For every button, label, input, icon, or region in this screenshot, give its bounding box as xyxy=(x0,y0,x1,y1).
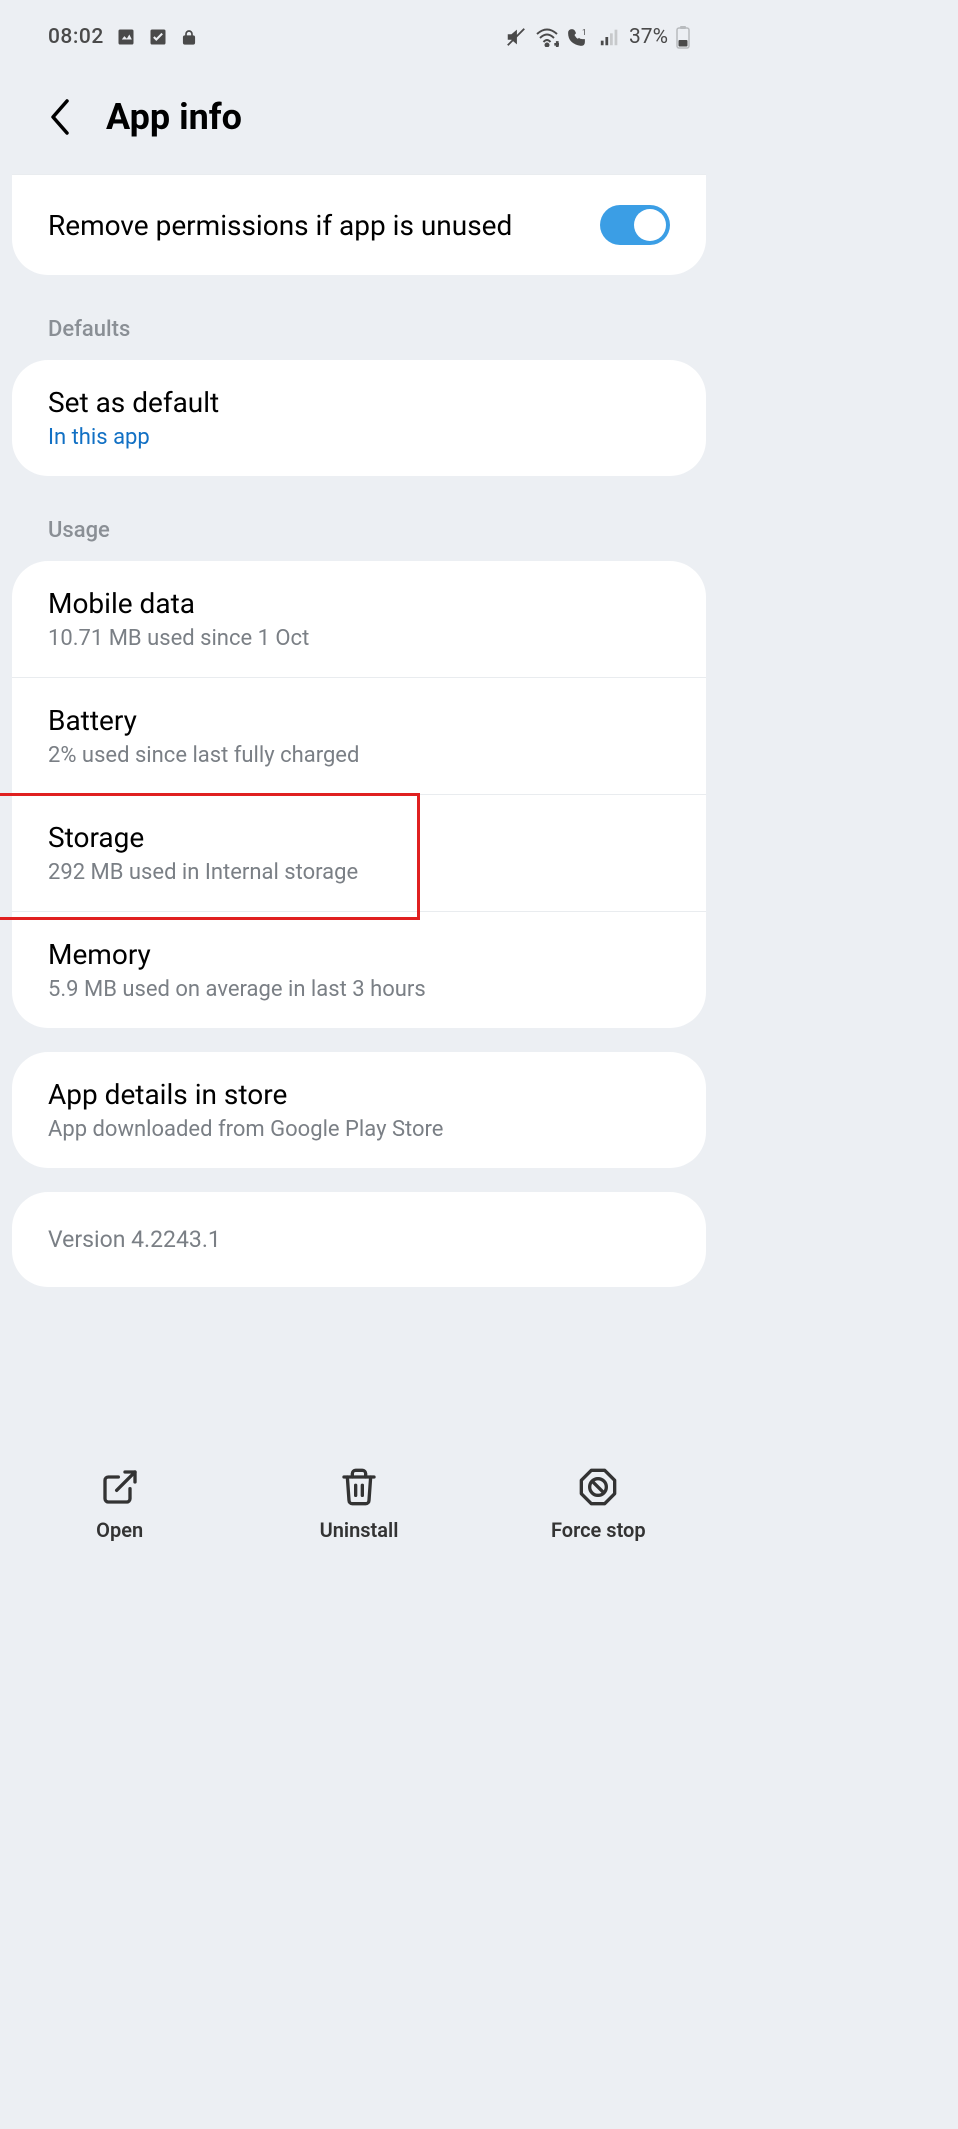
wifi-icon: + xyxy=(535,27,559,47)
open-icon xyxy=(99,1466,141,1508)
battery-title: Battery xyxy=(48,704,670,737)
mobile-data-row[interactable]: Mobile data 10.71 MB used since 1 Oct xyxy=(12,561,706,678)
open-button[interactable]: Open xyxy=(20,1466,220,1542)
memory-sub: 5.9 MB used on average in last 3 hours xyxy=(48,977,670,1002)
checkbox-icon xyxy=(148,27,168,47)
battery-percent: 37% xyxy=(629,25,668,49)
status-time: 08:02 xyxy=(48,25,104,49)
page-header: App info xyxy=(0,56,718,174)
status-bar: 08:02 + 1 37% xyxy=(0,0,718,56)
signal-icon xyxy=(599,27,621,47)
battery-icon xyxy=(676,25,690,49)
memory-row[interactable]: Memory 5.9 MB used on average in last 3 … xyxy=(12,912,706,1028)
open-label: Open xyxy=(96,1518,143,1542)
force-stop-label: Force stop xyxy=(551,1518,646,1542)
mute-icon xyxy=(505,26,527,48)
storage-sub: 292 MB used in Internal storage xyxy=(48,860,670,885)
force-stop-icon xyxy=(577,1466,619,1508)
remove-permissions-toggle[interactable] xyxy=(600,205,670,245)
version-row: Version 4.2243.1 xyxy=(12,1192,706,1287)
back-button[interactable] xyxy=(44,100,78,134)
remove-permissions-label: Remove permissions if app is unused xyxy=(48,209,512,242)
battery-sub: 2% used since last fully charged xyxy=(48,743,670,768)
set-as-default-title: Set as default xyxy=(48,386,670,419)
image-icon xyxy=(116,27,136,47)
svg-text:+: + xyxy=(555,40,559,47)
page-title: App info xyxy=(106,96,242,138)
trash-icon xyxy=(338,1466,380,1508)
mobile-data-title: Mobile data xyxy=(48,587,670,620)
memory-title: Memory xyxy=(48,938,670,971)
lock-icon xyxy=(180,27,198,47)
version-text: Version 4.2243.1 xyxy=(48,1226,670,1253)
force-stop-button[interactable]: Force stop xyxy=(498,1466,698,1542)
store-sub: App downloaded from Google Play Store xyxy=(48,1117,670,1142)
store-title: App details in store xyxy=(48,1078,670,1111)
battery-row[interactable]: Battery 2% used since last fully charged xyxy=(12,678,706,795)
uninstall-label: Uninstall xyxy=(320,1518,399,1542)
bottom-action-bar: Open Uninstall Force stop xyxy=(0,1448,718,1560)
set-as-default-row[interactable]: Set as default In this app xyxy=(12,360,706,476)
app-details-store-row[interactable]: App details in store App downloaded from… xyxy=(12,1052,706,1168)
volte-icon: 1 xyxy=(567,27,591,47)
storage-title: Storage xyxy=(48,821,670,854)
remove-permissions-row[interactable]: Remove permissions if app is unused xyxy=(12,174,706,275)
set-as-default-sub: In this app xyxy=(48,425,670,450)
uninstall-button[interactable]: Uninstall xyxy=(259,1466,459,1542)
svg-text:1: 1 xyxy=(582,28,587,37)
mobile-data-sub: 10.71 MB used since 1 Oct xyxy=(48,626,670,651)
defaults-section-label: Defaults xyxy=(0,299,718,360)
storage-row[interactable]: Storage 292 MB used in Internal storage xyxy=(12,795,706,912)
usage-section-label: Usage xyxy=(0,500,718,561)
